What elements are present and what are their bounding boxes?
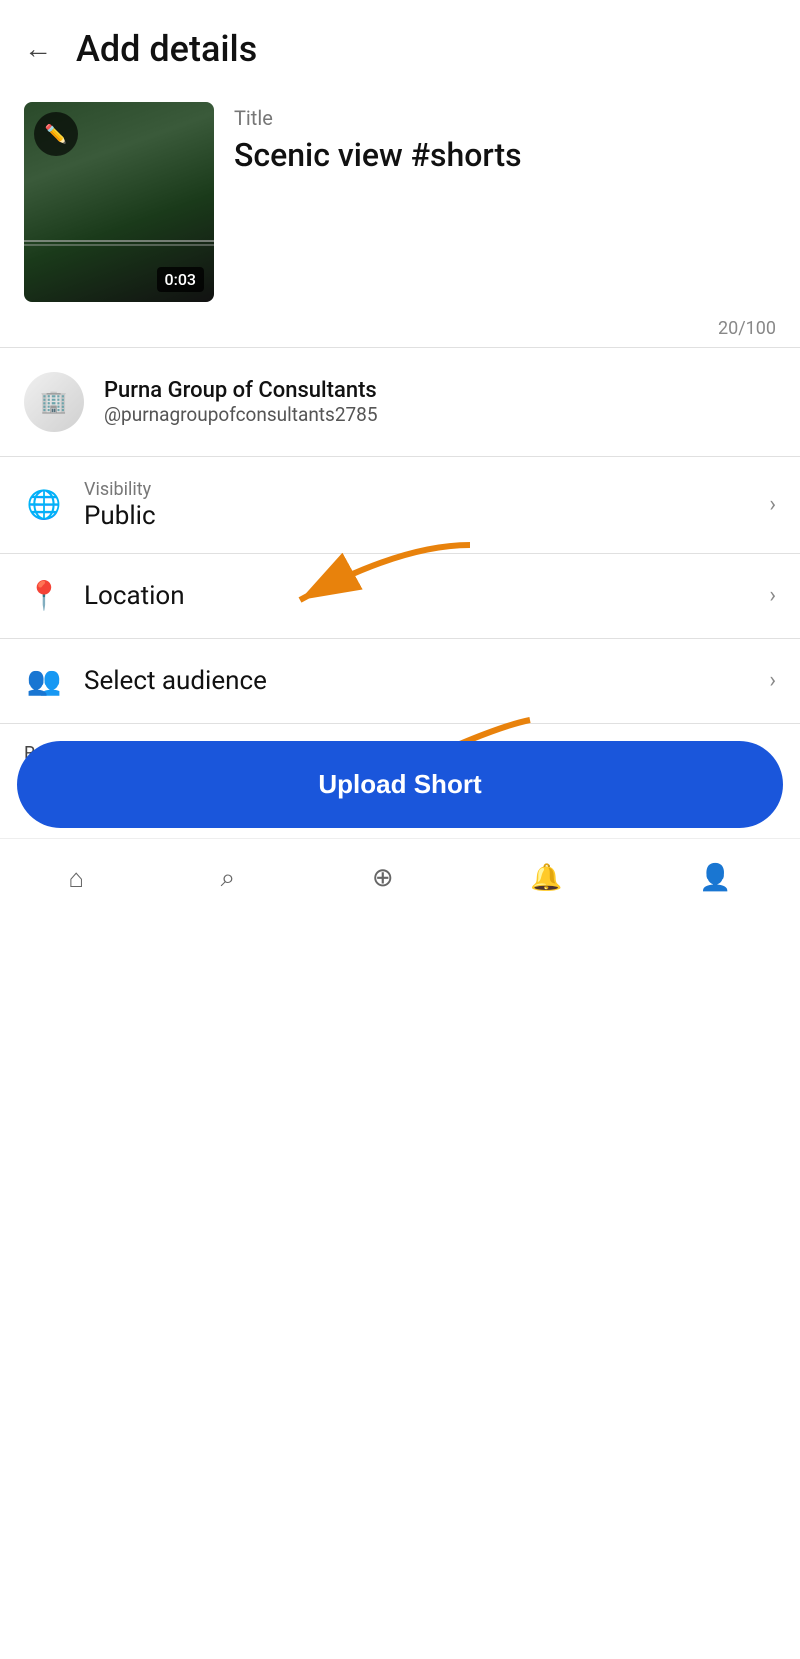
nav-search[interactable]: ⌕ [221, 863, 236, 894]
location-icon-wrap: 📍 [24, 576, 64, 616]
visibility-content: Visibility Public [84, 479, 749, 531]
video-thumbnail[interactable]: ✏️ 0:03 [24, 102, 214, 302]
globe-icon: 🌐 [27, 488, 62, 521]
char-count: 20/100 [0, 314, 800, 347]
account-name: Purna Group of Consultants [104, 378, 378, 403]
home-icon: ⌂ [68, 863, 84, 894]
nav-profile[interactable]: 👤 [699, 863, 731, 893]
upload-short-button[interactable]: Upload Short [17, 741, 783, 828]
audience-label: Select audience [84, 666, 749, 696]
video-title: Scenic view #shorts [234, 136, 776, 174]
title-label: Title [234, 106, 776, 130]
page-title: Add details [76, 28, 257, 70]
visibility-icon-wrap: 🌐 [24, 485, 64, 525]
bell-icon: 🔔 [530, 863, 562, 893]
audience-icon: 👥 [27, 664, 62, 697]
location-label: Location [84, 581, 749, 611]
search-icon: ⌕ [221, 863, 236, 894]
title-section: Title Scenic view #shorts [234, 102, 776, 174]
audience-icon-wrap: 👥 [24, 661, 64, 701]
plus-icon: ⊕ [372, 863, 394, 893]
back-button[interactable]: ← [24, 35, 52, 63]
location-content: Location [84, 581, 749, 611]
pencil-icon: ✏️ [45, 124, 67, 145]
audience-row[interactable]: 👥 Select audience › [0, 639, 800, 723]
visibility-row[interactable]: 🌐 Visibility Public › [0, 457, 800, 553]
header: ← Add details [0, 0, 800, 86]
account-info: Purna Group of Consultants @purnagroupof… [104, 378, 378, 426]
audience-chevron-icon: › [769, 668, 776, 693]
account-handle: @purnagroupofconsultants2785 [104, 403, 378, 426]
edit-thumbnail-button[interactable]: ✏️ [34, 112, 78, 156]
nav-home[interactable]: ⌂ [68, 863, 84, 894]
visibility-chevron-icon: › [769, 492, 776, 517]
audience-content: Select audience [84, 666, 749, 696]
nav-notifications[interactable]: 🔔 [530, 863, 562, 893]
visibility-value: Public [84, 501, 749, 531]
upload-button-container: Upload Short [17, 741, 783, 828]
profile-icon: 👤 [699, 863, 731, 893]
video-duration: 0:03 [157, 267, 205, 292]
avatar-image: 🏢 [24, 372, 84, 432]
bottom-nav: ⌂ ⌕ ⊕ 🔔 👤 [0, 838, 800, 918]
location-row[interactable]: 📍 Location › [0, 554, 800, 638]
avatar: 🏢 [24, 372, 84, 432]
location-pin-icon: 📍 [27, 579, 62, 612]
location-chevron-icon: › [769, 583, 776, 608]
account-row: 🏢 Purna Group of Consultants @purnagroup… [0, 348, 800, 456]
nav-create[interactable]: ⊕ [372, 863, 394, 893]
visibility-label: Visibility [84, 479, 749, 501]
video-section: ✏️ 0:03 Title Scenic view #shorts [0, 86, 800, 314]
